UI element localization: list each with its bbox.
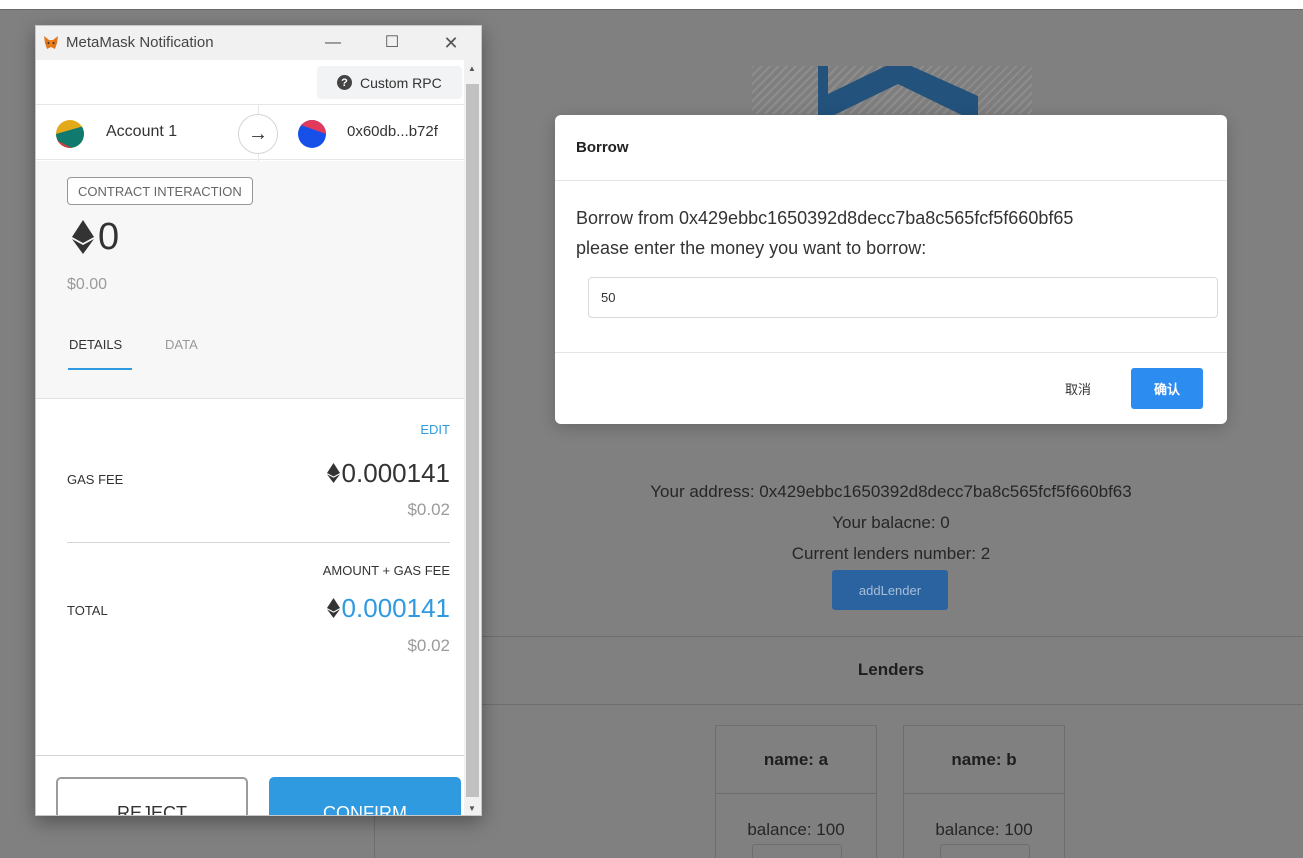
modal-body: Borrow from 0x429ebbc1650392d8decc7ba8c5…	[555, 181, 1227, 263]
gas-fee-usd: $0.02	[407, 500, 450, 519]
lenders-title: Lenders	[857, 660, 925, 679]
gas-fee-label: GAS FEE	[67, 472, 124, 487]
amount-plus-gas-label: AMOUNT + GAS FEE	[322, 563, 450, 578]
reject-button[interactable]: REJECT	[56, 777, 248, 815]
divider	[67, 542, 450, 543]
window-titlebar: MetaMask Notification — ☐ ✕	[36, 26, 481, 60]
scrollbar[interactable]: ▲ ▼	[464, 60, 481, 815]
confirm-button[interactable]: CONFIRM	[269, 777, 461, 815]
borrow-modal: Borrow Borrow from 0x429ebbc1650392d8dec…	[555, 115, 1227, 424]
metamask-window: MetaMask Notification — ☐ ✕ ? Custom RPC…	[35, 25, 482, 816]
gas-fee-eth: 0.000141	[326, 458, 450, 489]
total-eth-value: 0.000141	[341, 593, 450, 623]
help-icon: ?	[337, 75, 352, 90]
divider	[374, 636, 1303, 637]
divider	[374, 704, 1303, 705]
metamask-content: ? Custom RPC Account 1 → 0x60db...b72f C…	[36, 60, 464, 815]
modal-title: Borrow	[555, 115, 1227, 181]
house-logo-icon	[818, 66, 978, 118]
contract-interaction-badge: CONTRACT INTERACTION	[67, 177, 253, 205]
divider	[36, 755, 464, 756]
modal-body-line: Borrow from 0x429ebbc1650392d8decc7ba8c5…	[576, 208, 1074, 228]
network-selector[interactable]: ? Custom RPC	[317, 66, 462, 99]
total-label: TOTAL	[67, 603, 108, 618]
tab-details[interactable]: DETAILS	[69, 337, 122, 352]
total-eth: 0.000141	[326, 593, 450, 624]
metamask-fox-icon	[44, 36, 58, 49]
cancel-button[interactable]: 取消	[1051, 368, 1105, 408]
scrollbar-thumb[interactable]	[466, 84, 479, 797]
total-usd: $0.02	[407, 636, 450, 655]
amount-eth: 0	[98, 216, 120, 258]
maximize-icon[interactable]: ☐	[380, 31, 404, 55]
lender-balance: balance: 100	[935, 820, 1033, 839]
transaction-summary: CONTRACT INTERACTION 0 $0.00 DETAILS DAT…	[36, 161, 464, 399]
modal-body-line: please enter the money you want to borro…	[576, 238, 927, 258]
lender-balance: balance: 100	[747, 820, 845, 839]
tab-data[interactable]: DATA	[165, 337, 198, 352]
lenders-number-text: Current lenders number: 2	[791, 544, 991, 563]
amount-usd: $0.00	[67, 276, 108, 293]
ethereum-icon	[326, 463, 340, 483]
lender-name: name: a	[716, 726, 876, 794]
minimize-icon[interactable]: —	[321, 31, 345, 55]
lender-action-button[interactable]	[940, 844, 1030, 858]
arrow-right-icon: →	[238, 114, 278, 154]
page-top-strip	[0, 0, 1303, 10]
ethereum-icon	[72, 220, 94, 254]
scroll-up-icon[interactable]: ▲	[468, 64, 476, 73]
lender-card: name: a balance: 100	[715, 725, 877, 858]
your-balance-text: Your balacne: 0	[832, 513, 950, 532]
recipient-avatar	[298, 120, 326, 148]
divider	[555, 352, 1227, 353]
ethereum-icon	[326, 598, 340, 618]
recipient-address: 0x60db...b72f	[347, 123, 438, 140]
borrow-amount-input[interactable]	[588, 277, 1218, 318]
account-avatar	[56, 120, 84, 148]
network-name: Custom RPC	[360, 74, 442, 91]
close-icon[interactable]: ✕	[439, 31, 463, 55]
lender-name: name: b	[904, 726, 1064, 794]
window-title: MetaMask Notification	[66, 34, 214, 51]
lender-action-button[interactable]	[752, 844, 842, 858]
scroll-down-icon[interactable]: ▼	[468, 804, 476, 813]
your-address-text: Your address: 0x429ebbc1650392d8decc7ba8…	[650, 482, 1132, 501]
account-row: Account 1 → 0x60db...b72f	[36, 104, 464, 161]
ok-button[interactable]: 确认	[1131, 368, 1203, 409]
from-account-name: Account 1	[106, 123, 178, 140]
lender-card: name: b balance: 100	[903, 725, 1065, 858]
active-tab-indicator	[68, 368, 132, 370]
edit-gas-link[interactable]: EDIT	[420, 422, 450, 437]
add-lender-button[interactable]: addLender	[832, 570, 948, 610]
gas-fee-eth-value: 0.000141	[341, 458, 450, 488]
